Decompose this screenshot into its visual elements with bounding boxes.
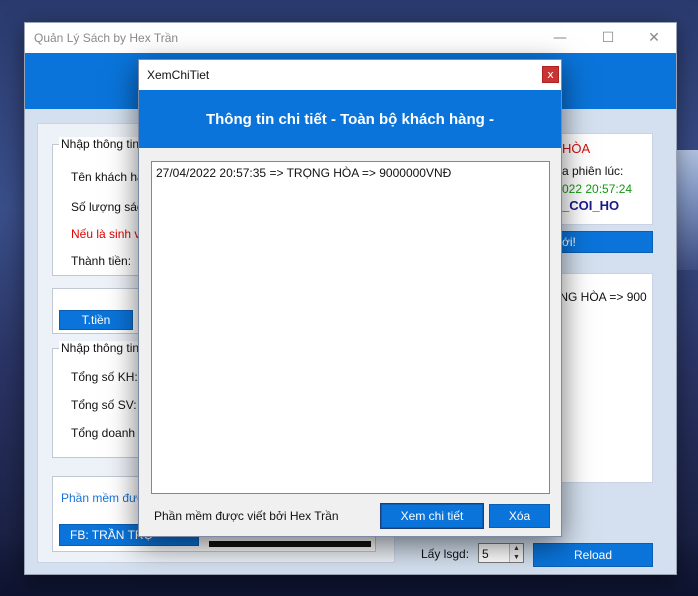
close-button[interactable]: ✕ [631, 23, 677, 53]
take-count-value[interactable]: 5 [482, 547, 489, 561]
maximize-button[interactable]: ☐ [585, 23, 631, 53]
dialog-heading: Thông tin chi tiết - Toàn bộ khách hàng … [205, 111, 495, 128]
delete-button[interactable]: Xóa [489, 504, 550, 528]
transaction-list[interactable]: 27/04/2022 20:57:35 => TRỌNG HÒA => 9000… [151, 161, 550, 494]
dialog-credit: Phần mềm được viết bởi Hex Trần [154, 509, 339, 523]
user-name: HÒA [562, 141, 591, 156]
dialog-title-bar[interactable]: XemChiTiet x [139, 60, 561, 90]
stats-group-legend: Nhập thông tin [59, 341, 142, 355]
main-title-bar[interactable]: Quản Lý Sách by Hex Trần — ☐ ✕ [25, 23, 676, 53]
total-revenue-label: Tổng doanh [71, 426, 136, 440]
student-discount-note: Nếu là sinh v [71, 227, 141, 241]
total-customers-label: Tổng số KH: [71, 370, 138, 384]
history-list-item[interactable]: ỌNG HÒA => 900 [550, 290, 647, 304]
session-time: 022 20:57:24 [562, 182, 633, 196]
detail-dialog: XemChiTiet x Thông tin chi tiết - Toàn b… [138, 59, 562, 537]
dialog-close-button[interactable]: x [542, 66, 559, 83]
user-handle: _COI_HO [562, 198, 620, 213]
progress-bar [209, 541, 371, 547]
transaction-list-item[interactable]: 27/04/2022 20:57:35 => TRỌNG HÒA => 9000… [156, 166, 451, 180]
amount-label: Thành tiền: [71, 254, 132, 268]
take-count-stepper[interactable]: 5 ▲ ▼ [478, 543, 524, 563]
view-details-button[interactable]: Xem chi tiết [380, 503, 484, 529]
take-count-label: Lấy lsgd: [421, 547, 470, 561]
total-students-label: Tổng số SV: [71, 398, 137, 412]
dialog-header-banner: Thông tin chi tiết - Toàn bộ khách hàng … [139, 90, 561, 148]
reload-button[interactable]: Reload [533, 543, 653, 567]
minimize-button[interactable]: — [537, 23, 583, 53]
main-window-title: Quản Lý Sách by Hex Trần [34, 31, 179, 45]
book-quantity-label: Số lượng sác [71, 200, 143, 214]
calc-total-button[interactable]: T.tiền [59, 310, 133, 330]
dialog-title: XemChiTiet [147, 68, 210, 82]
customer-name-label: Tên khách hà [71, 170, 144, 184]
customer-group-legend: Nhập thông tin [59, 137, 142, 151]
stepper-arrows-icon[interactable]: ▲ ▼ [509, 544, 523, 562]
session-label: a phiên lúc: [562, 164, 624, 178]
new-session-button[interactable]: ới! [551, 231, 653, 253]
